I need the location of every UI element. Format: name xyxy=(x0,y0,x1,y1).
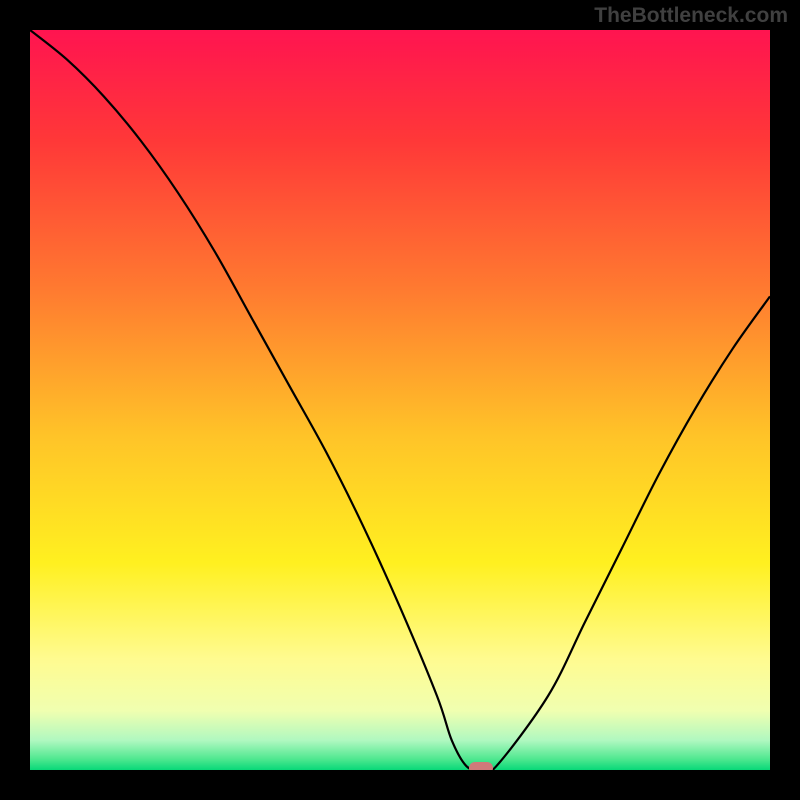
chart-container: TheBottleneck.com xyxy=(0,0,800,800)
bottleneck-curve xyxy=(30,30,770,770)
watermark-text: TheBottleneck.com xyxy=(594,4,788,28)
plot-area xyxy=(30,30,770,770)
optimal-point-marker xyxy=(469,762,493,770)
